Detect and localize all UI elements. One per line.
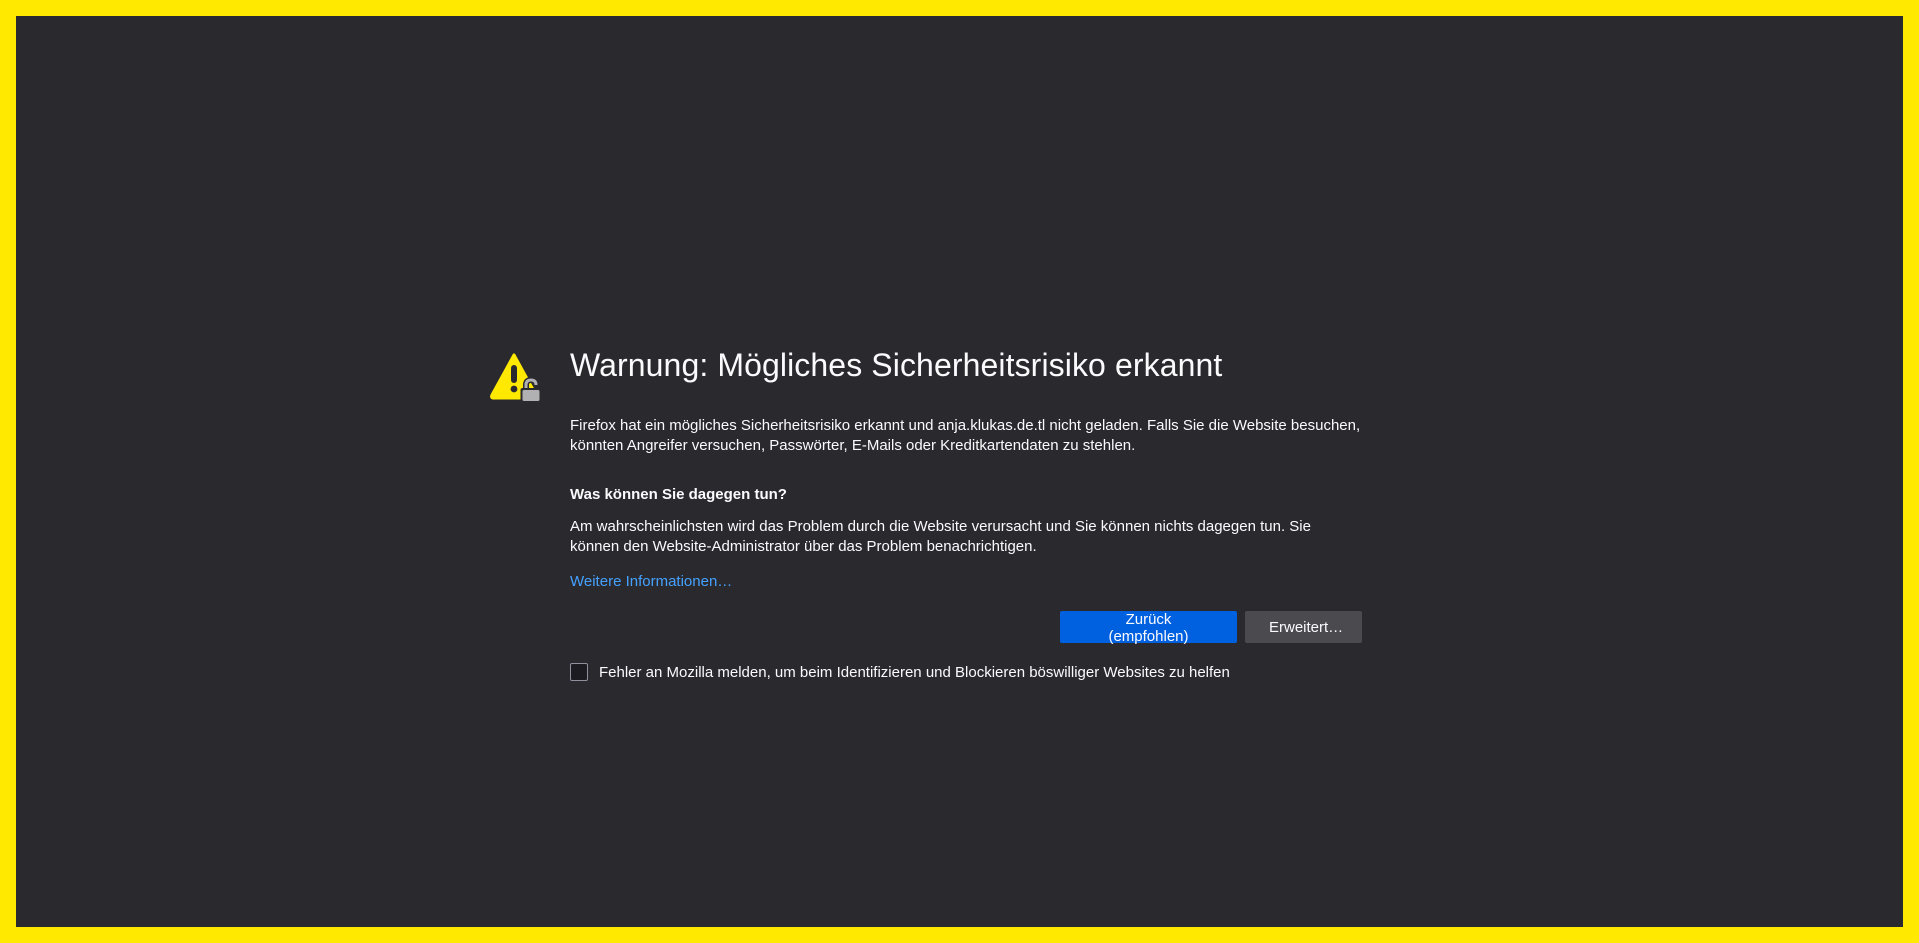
learn-more-link[interactable]: Weitere Informationen… xyxy=(570,573,732,590)
report-error-row: Fehler an Mozilla melden, um beim Identi… xyxy=(570,663,1362,682)
page-title: Warnung: Mögliches Sicherheitsrisiko erk… xyxy=(570,347,1223,383)
button-row: Zurück (empfohlen) Erweitert… xyxy=(570,611,1362,645)
what-to-do-heading: Was können Sie dagegen tun? xyxy=(570,486,787,504)
error-page: Warnung: Mögliches Sicherheitsrisiko erk… xyxy=(16,16,1903,927)
error-description: Firefox hat ein mögliches Sicherheitsris… xyxy=(570,417,1361,455)
what-to-do-text: Am wahrscheinlichsten wird das Problem d… xyxy=(570,518,1311,556)
go-back-button[interactable]: Zurück (empfohlen) xyxy=(1060,611,1237,645)
error-container: Warnung: Mögliches Sicherheitsrisiko erk… xyxy=(490,334,1362,682)
warning-lock-icon xyxy=(490,353,542,403)
yellow-border-frame: Warnung: Mögliches Sicherheitsrisiko erk… xyxy=(0,0,1919,943)
advanced-button[interactable]: Erweitert… xyxy=(1245,611,1362,644)
report-error-checkbox[interactable] xyxy=(570,663,588,682)
report-error-label[interactable]: Fehler an Mozilla melden, um beim Identi… xyxy=(599,664,1230,681)
